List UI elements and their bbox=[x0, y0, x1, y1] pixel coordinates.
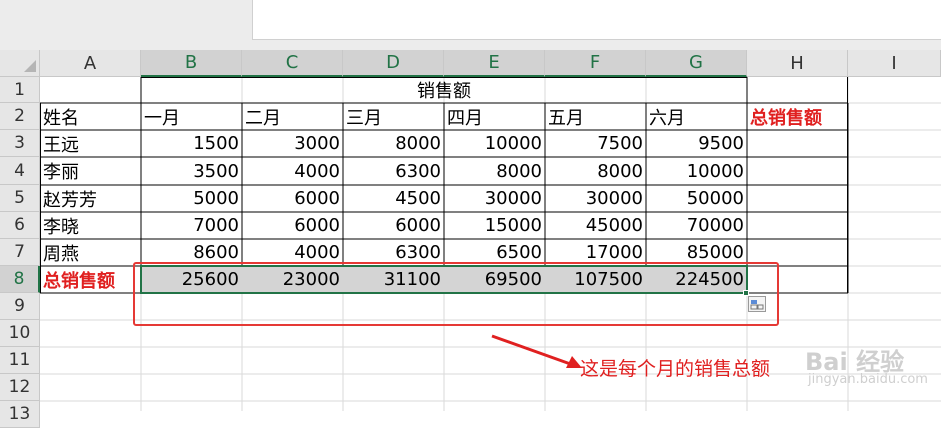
value-cell[interactable]: 10000 bbox=[646, 157, 747, 185]
name-cell[interactable]: 王远 bbox=[40, 130, 141, 157]
row-header-11[interactable]: 11 bbox=[0, 347, 40, 374]
row-header-5[interactable]: 5 bbox=[0, 185, 40, 212]
row-header-13[interactable]: 13 bbox=[0, 401, 40, 428]
value-cell[interactable]: 50000 bbox=[646, 185, 747, 212]
name-cell[interactable]: 李晓 bbox=[40, 212, 141, 239]
header-cell[interactable]: 姓名 bbox=[40, 103, 141, 130]
column-header-F[interactable]: F bbox=[545, 50, 646, 77]
watermark-sub: jingyan.baidu.com bbox=[808, 372, 928, 387]
value-cell[interactable]: 9500 bbox=[646, 130, 747, 157]
row-header-6[interactable]: 6 bbox=[0, 212, 40, 239]
row-header-8[interactable]: 8 bbox=[0, 266, 40, 293]
value-cell[interactable]: 6300 bbox=[343, 157, 444, 185]
header-cell[interactable]: 四月 bbox=[444, 103, 545, 130]
header-cell[interactable]: 三月 bbox=[343, 103, 444, 130]
value-cell[interactable]: 7000 bbox=[141, 212, 242, 239]
value-cell[interactable]: 6000 bbox=[242, 212, 343, 239]
header-cell[interactable]: 一月 bbox=[141, 103, 242, 130]
row-header-1[interactable]: 1 bbox=[0, 77, 40, 103]
header-cell[interactable]: 六月 bbox=[646, 103, 747, 130]
column-header-D[interactable]: D bbox=[343, 50, 444, 77]
select-all-triangle-icon bbox=[24, 60, 36, 72]
row-header-12[interactable]: 12 bbox=[0, 374, 40, 401]
column-header-H[interactable]: H bbox=[747, 50, 848, 77]
value-cell[interactable]: 70000 bbox=[646, 212, 747, 239]
value-cell[interactable]: 15000 bbox=[444, 212, 545, 239]
quick-analysis-icon[interactable] bbox=[748, 296, 766, 312]
value-cell[interactable]: 3500 bbox=[141, 157, 242, 185]
column-header-A[interactable]: A bbox=[40, 50, 141, 77]
value-cell[interactable]: 45000 bbox=[545, 212, 646, 239]
row-header-4[interactable]: 4 bbox=[0, 157, 40, 185]
formula-bar[interactable] bbox=[252, 0, 941, 40]
row-header-10[interactable]: 10 bbox=[0, 320, 40, 347]
header-cell[interactable]: 总销售额 bbox=[747, 103, 848, 130]
row-header-3[interactable]: 3 bbox=[0, 130, 40, 157]
header-cell[interactable]: 五月 bbox=[545, 103, 646, 130]
value-cell[interactable]: 5000 bbox=[141, 185, 242, 212]
toolbar-strip bbox=[252, 40, 941, 50]
value-cell[interactable]: 10000 bbox=[444, 130, 545, 157]
annotation-text: 这是每个月的销售总额 bbox=[580, 358, 771, 380]
column-header-C[interactable]: C bbox=[242, 50, 343, 77]
value-cell[interactable]: 8000 bbox=[545, 157, 646, 185]
name-cell[interactable]: 李丽 bbox=[40, 157, 141, 185]
value-cell[interactable]: 30000 bbox=[444, 185, 545, 212]
value-cell[interactable]: 4000 bbox=[242, 157, 343, 185]
row-header-9[interactable]: 9 bbox=[0, 293, 40, 320]
value-cell[interactable]: 7500 bbox=[545, 130, 646, 157]
value-cell[interactable]: 8000 bbox=[444, 157, 545, 185]
value-cell[interactable]: 4500 bbox=[343, 185, 444, 212]
highlight-box bbox=[133, 262, 779, 326]
value-cell[interactable]: 8000 bbox=[343, 130, 444, 157]
column-header-I[interactable]: I bbox=[848, 50, 941, 77]
column-header-E[interactable]: E bbox=[444, 50, 545, 77]
value-cell[interactable]: 3000 bbox=[242, 130, 343, 157]
column-header-B[interactable]: B bbox=[141, 50, 242, 77]
arrow-icon bbox=[491, 334, 582, 368]
header-cell[interactable]: 二月 bbox=[242, 103, 343, 130]
row-header-7[interactable]: 7 bbox=[0, 239, 40, 266]
value-cell[interactable]: 6000 bbox=[242, 185, 343, 212]
value-cell[interactable]: 1500 bbox=[141, 130, 242, 157]
total-label-cell[interactable]: 总销售额 bbox=[40, 266, 141, 293]
value-cell[interactable]: 30000 bbox=[545, 185, 646, 212]
cell-title[interactable]: 销售额 bbox=[141, 77, 747, 103]
toolbar-area bbox=[0, 0, 252, 50]
column-header-G[interactable]: G bbox=[646, 50, 747, 77]
row-header-2[interactable]: 2 bbox=[0, 103, 40, 130]
name-cell[interactable]: 赵芳芳 bbox=[40, 185, 141, 212]
name-cell[interactable]: 周燕 bbox=[40, 239, 141, 266]
value-cell[interactable]: 6000 bbox=[343, 212, 444, 239]
